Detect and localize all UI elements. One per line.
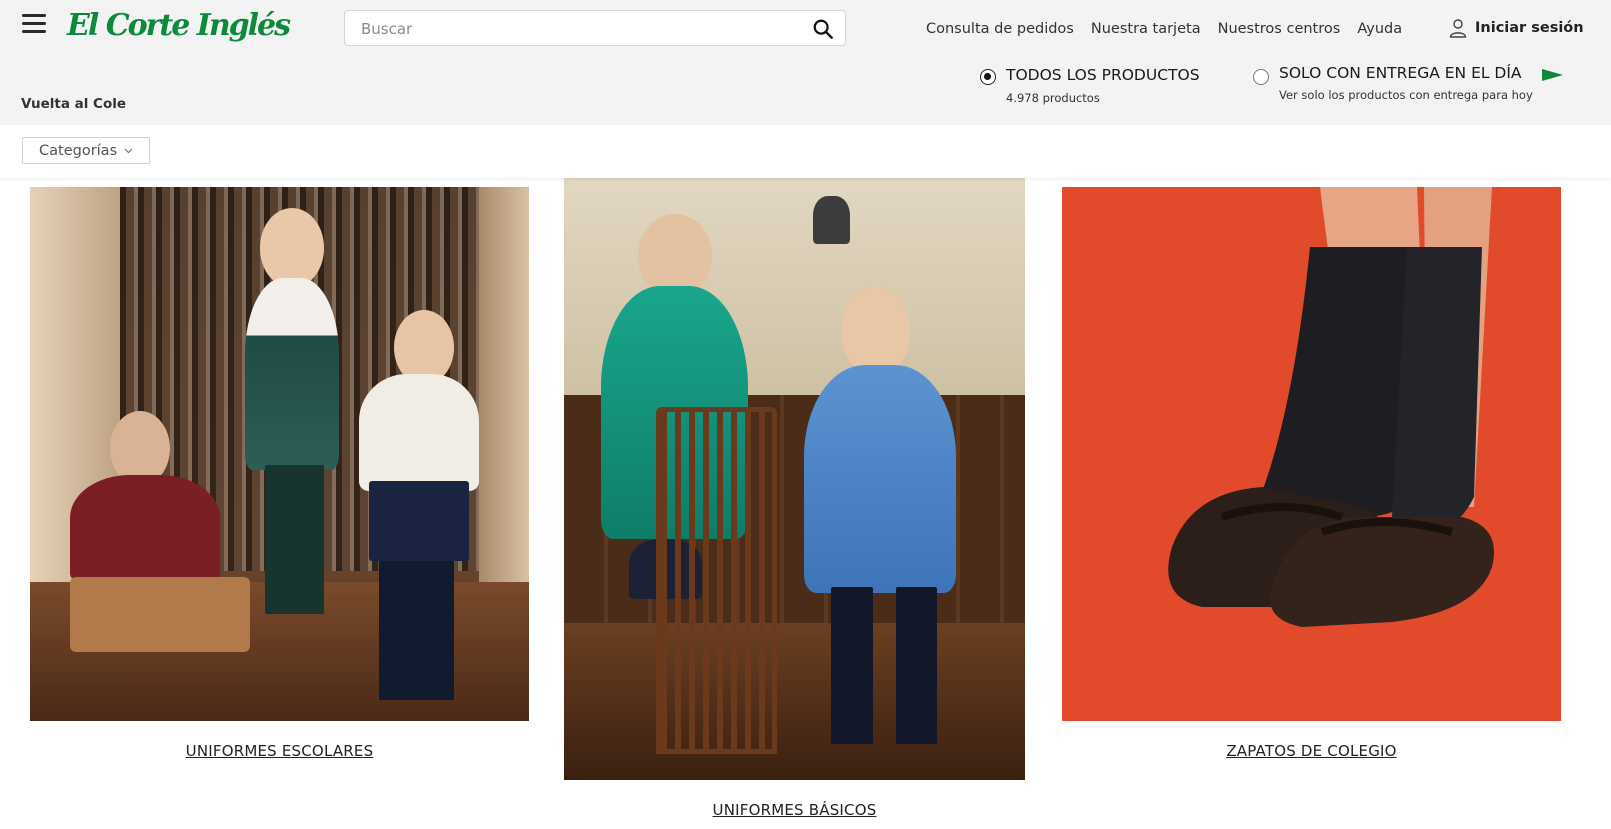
radio-todos-title: TODOS LOS PRODUCTOS [1006, 66, 1200, 84]
radio-entrega-dia[interactable]: SOLO CON ENTREGA EN EL DÍA Ver solo los … [1253, 64, 1563, 106]
search-icon[interactable] [812, 18, 834, 40]
filter-bar: Categorías [0, 125, 1611, 178]
user-icon [1449, 19, 1467, 38]
radio-entrega-title: SOLO CON ENTREGA EN EL DÍA [1279, 64, 1522, 82]
link-nuestra-tarjeta[interactable]: Nuestra tarjeta [1091, 18, 1201, 40]
categories-label: Categorías [39, 142, 118, 159]
breadcrumb: Vuelta al Cole [21, 96, 127, 112]
login-button[interactable]: Iniciar sesión [1449, 18, 1584, 38]
radio-todos-subtitle: 4.978 productos [1006, 91, 1100, 105]
school-shoes-illustration [1168, 187, 1494, 627]
card-caption[interactable]: ZAPATOS DE COLEGIO [1062, 742, 1561, 760]
radio-selected-icon [980, 69, 996, 85]
card-caption[interactable]: UNIFORMES BÁSICOS [564, 801, 1025, 819]
zapatos-de-colegio-photo[interactable] [1062, 187, 1561, 721]
express-delivery-flag-icon [1542, 69, 1563, 81]
login-label: Iniciar sesión [1475, 20, 1584, 36]
uniformes-basicos-photo[interactable] [564, 178, 1025, 780]
header: El Corte Inglés Consulta de pedidos Nues… [0, 0, 1611, 125]
link-ayuda[interactable]: Ayuda [1357, 18, 1402, 40]
radio-unselected-icon [1253, 69, 1269, 85]
top-links: Consulta de pedidos Nuestra tarjeta Nues… [926, 18, 1402, 40]
radio-todos-productos[interactable]: TODOS LOS PRODUCTOS 4.978 productos [980, 66, 1220, 108]
link-nuestros-centros[interactable]: Nuestros centros [1218, 18, 1341, 40]
chevron-down-icon [124, 148, 133, 153]
card-caption[interactable]: UNIFORMES ESCOLARES [30, 742, 529, 760]
search-input[interactable] [359, 11, 803, 47]
link-consulta-pedidos[interactable]: Consulta de pedidos [926, 18, 1074, 40]
hamburger-menu-icon[interactable] [22, 14, 46, 36]
radio-entrega-subtitle: Ver solo los productos con entrega para … [1279, 88, 1533, 102]
logo[interactable]: El Corte Inglés [67, 4, 291, 48]
search-bar [344, 10, 846, 47]
categories-dropdown[interactable]: Categorías [22, 137, 151, 164]
uniformes-escolares-photo[interactable] [30, 187, 529, 721]
